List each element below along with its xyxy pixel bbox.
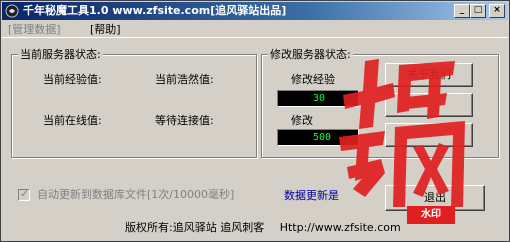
current-status-legend: 当前服务器状态: [18,48,103,61]
website-link[interactable]: Http://www.zfsite.com [280,221,401,234]
app-icon [5,4,19,18]
minimize-button[interactable]: _ [454,4,470,18]
auto-update-label: 自动更新到数据库文件[1次/10000毫秒] [37,188,235,201]
modify-exp-label: 修改经验 [291,73,335,86]
secondary-button[interactable] [385,123,473,147]
modify-haoran-label: 修改 [291,114,313,127]
maximize-button[interactable]: □ [470,4,486,18]
app-window: 千年秘魔工具1.0 www.zfsite.com[追风驿站出品] _ □ × [… [0,0,510,242]
window-title: 千年秘魔工具1.0 www.zfsite.com[追风驿站出品] [23,4,287,17]
waiting-connect-label: 等待连接值: [155,114,214,127]
menu-help[interactable]: [帮助] [90,22,121,37]
watermark-badge: 水印 [407,206,455,224]
copyright-text: 版权所有:追风驿站 追风刺客 [125,221,265,234]
close-button[interactable]: × [489,4,505,18]
current-status-group: 当前服务器状态: [11,48,257,158]
current-exp-label: 当前经验值: [43,73,102,86]
data-update-link[interactable]: 数据更新是 [284,189,339,202]
title-bar[interactable]: 千年秘魔工具1.0 www.zfsite.com[追风驿站出品] _ □ × [2,2,508,20]
menu-manage-data[interactable]: [管理数据] [8,22,61,37]
modify-exp-input[interactable]: 30 [277,90,359,107]
modify-status-legend: 修改服务器状态: [268,48,353,61]
current-haoran-label: 当前浩然值: [155,73,214,86]
modify-button[interactable] [385,93,473,117]
about-us-button[interactable]: 关于我们 [385,63,473,87]
current-online-label: 当前在线值: [43,114,102,127]
auto-update-checkbox[interactable] [18,187,30,201]
footer: 版权所有:追风驿站 追风刺客 Http://www.zfsite.com [125,221,413,235]
modify-haoran-input[interactable]: 500 [277,129,359,146]
menu-bar: [管理数据] [帮助] [2,21,508,38]
